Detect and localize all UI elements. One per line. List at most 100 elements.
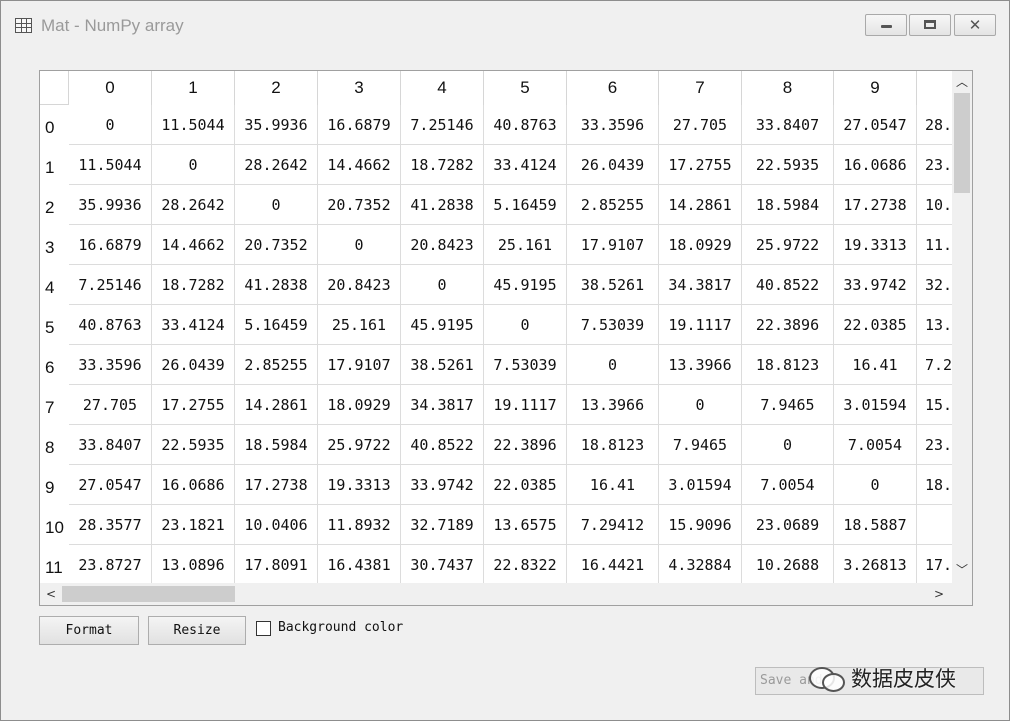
table-cell[interactable]: 13.0896 — [152, 545, 235, 583]
table-cell[interactable]: 18.5984 — [235, 425, 318, 465]
table-cell[interactable]: 17.8091 — [235, 545, 318, 583]
row-header[interactable]: 4 — [40, 265, 69, 305]
table-cell[interactable]: 28.2642 — [235, 145, 318, 185]
scroll-left-icon[interactable]: < — [42, 585, 60, 603]
table-cell[interactable]: 27.705 — [69, 385, 152, 425]
table-cell[interactable]: 16.0686 — [152, 465, 235, 505]
table-cell[interactable]: 18.8123 — [567, 425, 659, 465]
table-cell[interactable]: 41.2838 — [235, 265, 318, 305]
table-cell[interactable]: 15. — [917, 385, 952, 425]
table-cell[interactable]: 13.3966 — [659, 345, 742, 385]
maximize-button[interactable] — [909, 14, 951, 36]
table-cell[interactable]: 20.7352 — [318, 185, 401, 225]
table-cell[interactable]: 22.0385 — [484, 465, 567, 505]
table-cell[interactable]: 22.3896 — [484, 425, 567, 465]
table-cell[interactable]: 3.01594 — [659, 465, 742, 505]
table-cell[interactable]: 23.1821 — [152, 505, 235, 545]
table-cell[interactable]: 7.25146 — [69, 265, 152, 305]
table-cell[interactable]: 0 — [152, 145, 235, 185]
column-header[interactable]: 2 — [235, 71, 318, 105]
table-cell[interactable]: 25.161 — [484, 225, 567, 265]
table-cell[interactable]: 30.7437 — [401, 545, 484, 583]
vertical-scroll-thumb[interactable] — [954, 93, 970, 193]
table-cell[interactable]: 40.8763 — [484, 105, 567, 145]
column-header-partial[interactable] — [917, 71, 952, 105]
table-cell[interactable]: 7.2 — [917, 345, 952, 385]
table-cell[interactable]: 17.9107 — [567, 225, 659, 265]
table-cell[interactable]: 18.5887 — [834, 505, 917, 545]
table-cell[interactable]: 27.0547 — [69, 465, 152, 505]
column-header[interactable]: 1 — [152, 71, 235, 105]
table-cell[interactable]: 19.3313 — [834, 225, 917, 265]
row-header[interactable]: 11 — [40, 545, 69, 583]
table-cell[interactable]: 22.3896 — [742, 305, 834, 345]
minimize-button[interactable] — [865, 14, 907, 36]
table-cell[interactable]: 20.8423 — [401, 225, 484, 265]
row-header[interactable]: 7 — [40, 385, 69, 425]
table-cell[interactable]: 22.5935 — [742, 145, 834, 185]
table-cell[interactable]: 20.8423 — [318, 265, 401, 305]
column-header[interactable]: 5 — [484, 71, 567, 105]
table-cell[interactable]: 18.7282 — [401, 145, 484, 185]
table-cell[interactable]: 0 — [318, 225, 401, 265]
row-header[interactable]: 9 — [40, 465, 69, 505]
table-cell[interactable]: 18. — [917, 465, 952, 505]
table-cell[interactable]: 33.3596 — [567, 105, 659, 145]
scroll-down-icon[interactable]: ﹀ — [952, 561, 972, 579]
table-cell[interactable]: 14.2861 — [659, 185, 742, 225]
table-cell[interactable]: 22.8322 — [484, 545, 567, 583]
table-cell[interactable]: 4.32884 — [659, 545, 742, 583]
table-cell[interactable]: 35.9936 — [69, 185, 152, 225]
table-cell[interactable]: 0 — [401, 265, 484, 305]
table-cell[interactable]: 33.9742 — [401, 465, 484, 505]
table-cell[interactable]: 0 — [742, 425, 834, 465]
table-cell[interactable]: 0 — [834, 465, 917, 505]
table-cell[interactable]: 7.53039 — [484, 345, 567, 385]
table-cell[interactable]: 16.4421 — [567, 545, 659, 583]
table-cell[interactable]: 28. — [917, 105, 952, 145]
table-cell[interactable]: 13.3966 — [567, 385, 659, 425]
table-cell[interactable]: 16.4381 — [318, 545, 401, 583]
table-cell[interactable]: 16.41 — [567, 465, 659, 505]
table-cell[interactable]: 0 — [659, 385, 742, 425]
table-cell[interactable]: 19.1117 — [659, 305, 742, 345]
table-cell[interactable]: 7.9465 — [742, 385, 834, 425]
table-cell[interactable]: 17. — [917, 545, 952, 583]
table-cell[interactable]: 33.8407 — [742, 105, 834, 145]
table-cell[interactable]: 15.9096 — [659, 505, 742, 545]
table-cell[interactable]: 5.16459 — [235, 305, 318, 345]
table-cell[interactable]: 17.2755 — [152, 385, 235, 425]
scroll-up-icon[interactable]: ︿ — [952, 73, 972, 91]
table-cell[interactable]: 11.5044 — [152, 105, 235, 145]
table-cell[interactable]: 34.3817 — [401, 385, 484, 425]
table-cell[interactable]: 19.3313 — [318, 465, 401, 505]
table-cell[interactable]: 40.8522 — [401, 425, 484, 465]
table-cell[interactable]: 23.0689 — [742, 505, 834, 545]
table-cell[interactable]: 25.9722 — [318, 425, 401, 465]
table-cell[interactable]: 17.2738 — [834, 185, 917, 225]
table-cell[interactable]: 28.3577 — [69, 505, 152, 545]
table-cell[interactable]: 13.6575 — [484, 505, 567, 545]
table-cell[interactable]: 32.7189 — [401, 505, 484, 545]
table-cell[interactable]: 25.9722 — [742, 225, 834, 265]
column-header[interactable]: 6 — [567, 71, 659, 105]
table-cell[interactable]: 17.2755 — [659, 145, 742, 185]
table-cell[interactable]: 7.25146 — [401, 105, 484, 145]
table-cell[interactable]: 10.2688 — [742, 545, 834, 583]
table-cell[interactable]: 23.8727 — [69, 545, 152, 583]
table-cell[interactable]: 14.4662 — [152, 225, 235, 265]
table-cell[interactable]: 20.7352 — [235, 225, 318, 265]
column-header[interactable]: 4 — [401, 71, 484, 105]
table-cell[interactable]: 45.9195 — [401, 305, 484, 345]
table-cell[interactable]: 11.5044 — [69, 145, 152, 185]
title-bar[interactable]: Mat - NumPy array ✕ — [1, 1, 1009, 49]
table-cell[interactable]: 16.6879 — [69, 225, 152, 265]
table-cell[interactable]: 40.8763 — [69, 305, 152, 345]
table-cell[interactable]: 0 — [69, 105, 152, 145]
close-button[interactable]: ✕ — [954, 14, 996, 36]
table-cell[interactable]: 45.9195 — [484, 265, 567, 305]
column-header[interactable]: 9 — [834, 71, 917, 105]
table-cell[interactable]: 18.7282 — [152, 265, 235, 305]
table-cell[interactable]: 27.0547 — [834, 105, 917, 145]
table-cell[interactable]: 2.85255 — [235, 345, 318, 385]
